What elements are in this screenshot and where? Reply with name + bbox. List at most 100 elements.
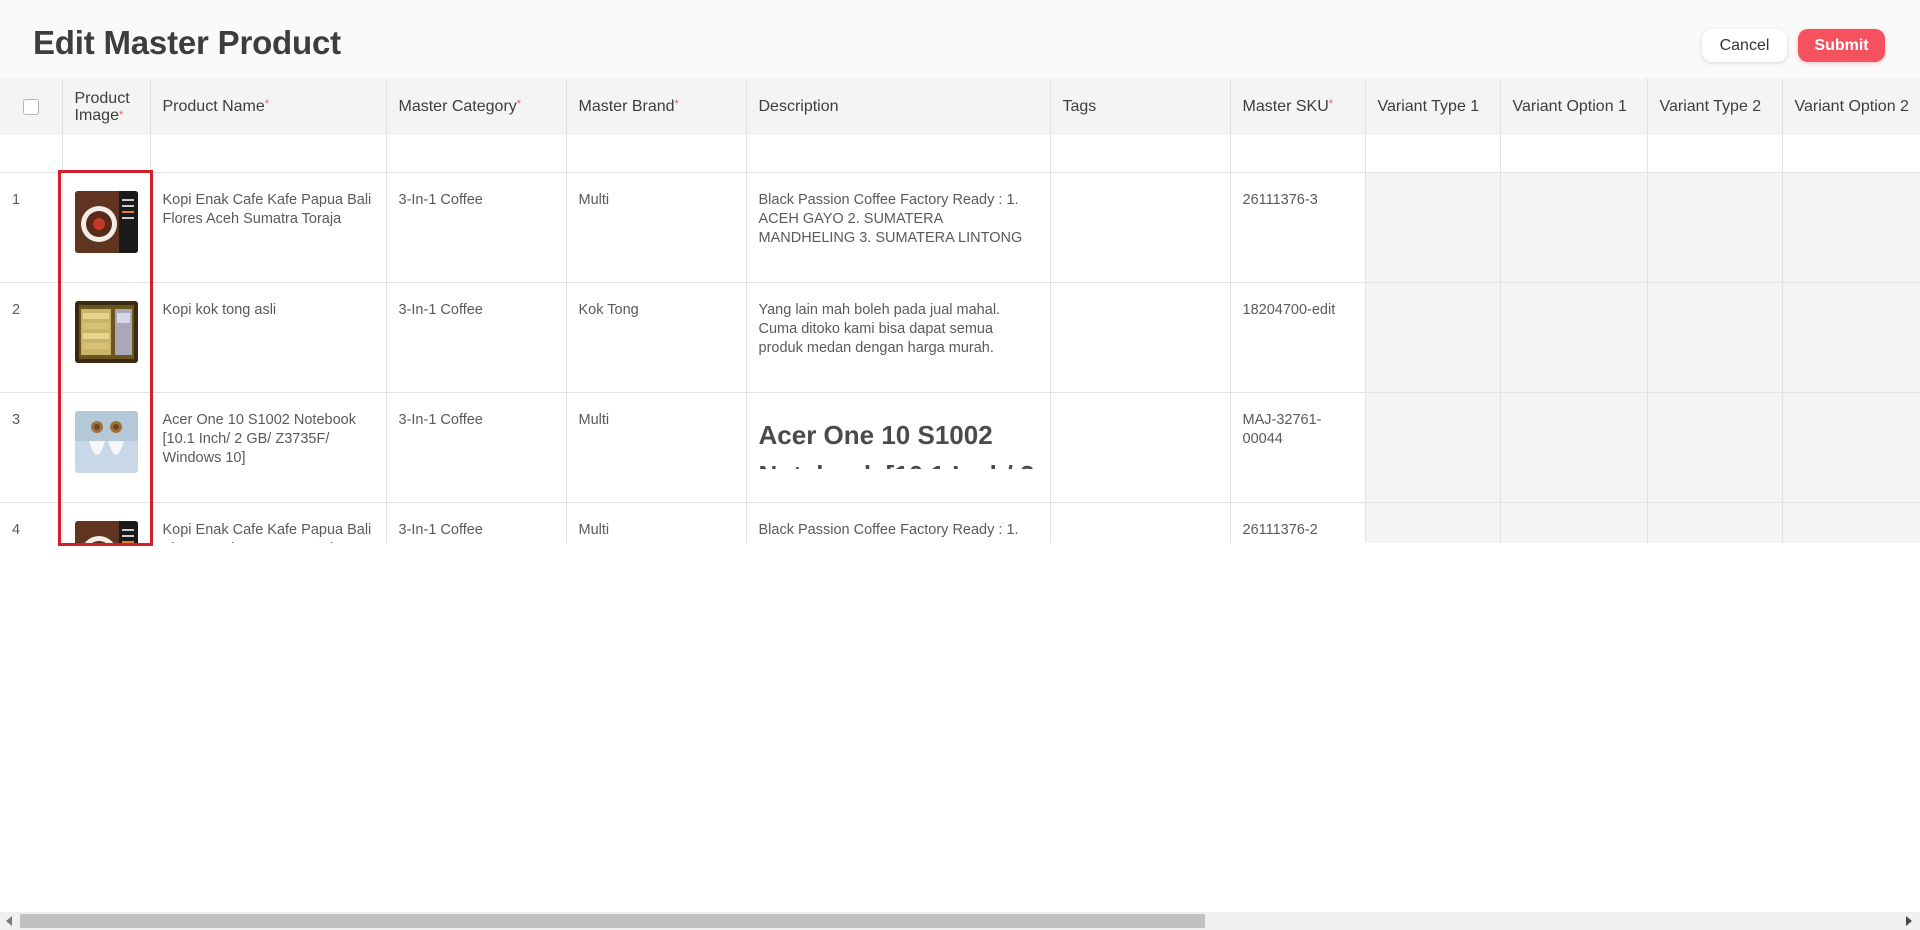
master-category-cell[interactable]: 3-In-1 Coffee [386, 502, 567, 543]
empty-cell[interactable] [62, 135, 151, 173]
header-label: Product Name [162, 97, 265, 115]
header-variant-type-1[interactable]: Variant Type 1 [1365, 78, 1501, 135]
variant-type-2-cell[interactable] [1647, 282, 1783, 393]
variant-type-1-cell[interactable] [1365, 502, 1501, 543]
header-variant-option-1[interactable]: Variant Option 1 [1500, 78, 1648, 135]
select-all-checkbox[interactable] [22, 98, 39, 115]
tags-cell[interactable] [1050, 502, 1231, 543]
coffee-package-thumbnail[interactable] [74, 521, 138, 543]
description-cell[interactable]: Black Passion Coffee Factory Ready : 1. … [746, 172, 1051, 283]
table-row: 1 Kopi Enak Cafe Kafe Papua Bali Flores … [0, 172, 1920, 283]
empty-cell[interactable] [1647, 135, 1783, 173]
empty-cell[interactable] [566, 135, 747, 173]
header-label: Image [74, 106, 119, 124]
variant-option-2-cell[interactable] [1782, 392, 1920, 503]
header-variant-option-2[interactable]: Variant Option 2 [1782, 78, 1920, 135]
scroll-left-arrow-icon[interactable] [6, 916, 12, 926]
header-master-category[interactable]: Master Category* [386, 78, 567, 135]
variant-type-1-cell[interactable] [1365, 392, 1501, 503]
empty-cell[interactable] [746, 135, 1051, 173]
header-product-image[interactable]: Product Image* [62, 78, 151, 135]
variant-option-1-cell[interactable] [1500, 282, 1648, 393]
header-variant-type-2[interactable]: Variant Type 2 [1647, 78, 1783, 135]
variant-type-1-cell[interactable] [1365, 172, 1501, 283]
required-mark: * [516, 97, 522, 110]
variant-option-1-cell[interactable] [1500, 172, 1648, 283]
required-mark: * [118, 108, 124, 121]
scroll-right-arrow-icon[interactable] [1906, 916, 1912, 926]
variant-type-1-cell[interactable] [1365, 282, 1501, 393]
product-name-cell[interactable]: Kopi kok tong asli [150, 282, 387, 393]
product-image-cell[interactable] [62, 502, 151, 543]
master-category-cell[interactable]: 3-In-1 Coffee [386, 172, 567, 283]
submit-button[interactable]: Submit [1798, 29, 1885, 62]
variant-type-2-cell[interactable] [1647, 392, 1783, 503]
description-cell[interactable]: Acer One 10 S1002 Notebook [10.1 Inch/ 2 [746, 392, 1051, 503]
variant-type-2-cell[interactable] [1647, 502, 1783, 543]
product-table: Product Image* Product Name* Master Cate… [0, 78, 1920, 543]
select-all-cell [0, 78, 63, 135]
product-grid: Product Image* Product Name* Master Cate… [0, 78, 1920, 543]
row-number: 4 [0, 502, 63, 543]
empty-cell[interactable] [386, 135, 567, 173]
store-shelf-thumbnail[interactable] [74, 301, 138, 363]
required-mark: * [264, 97, 270, 110]
header-label: Master Category [398, 97, 517, 115]
tags-cell[interactable] [1050, 172, 1231, 283]
table-header-row: Product Image* Product Name* Master Cate… [0, 78, 1920, 135]
coffee-package-thumbnail[interactable] [74, 191, 138, 253]
row-number: 3 [0, 392, 63, 503]
master-category-cell[interactable]: 3-In-1 Coffee [386, 282, 567, 393]
master-brand-cell[interactable]: Multi [566, 502, 747, 543]
empty-cell[interactable] [150, 135, 387, 173]
product-image-cell[interactable] [62, 282, 151, 393]
tags-cell[interactable] [1050, 392, 1231, 503]
scrollbar-thumb[interactable] [20, 914, 1205, 928]
empty-cell[interactable] [0, 135, 63, 173]
empty-cell[interactable] [1230, 135, 1366, 173]
empty-cell[interactable] [1050, 135, 1231, 173]
master-sku-cell[interactable]: 26111376-2 [1230, 502, 1366, 543]
variant-option-1-cell[interactable] [1500, 392, 1648, 503]
table-row: 4 Kopi Enak Cafe Kafe Papua Bali Flores … [0, 502, 1920, 543]
header-master-sku[interactable]: Master SKU* [1230, 78, 1366, 135]
earrings-thumbnail[interactable] [74, 411, 138, 473]
horizontal-scrollbar[interactable] [0, 912, 1920, 930]
variant-option-2-cell[interactable] [1782, 172, 1920, 283]
header-master-brand[interactable]: Master Brand* [566, 78, 747, 135]
variant-option-2-cell[interactable] [1782, 502, 1920, 543]
master-brand-cell[interactable]: Multi [566, 392, 747, 503]
master-sku-cell[interactable]: 26111376-3 [1230, 172, 1366, 283]
header-label: Master SKU [1242, 97, 1329, 115]
empty-cell[interactable] [1500, 135, 1648, 173]
header-label: Product [74, 89, 130, 107]
product-name-cell[interactable]: Kopi Enak Cafe Kafe Papua Bali Flores Ac… [150, 502, 387, 543]
description-cell[interactable]: Yang lain mah boleh pada jual mahal. Cum… [746, 282, 1051, 393]
header-description[interactable]: Description [746, 78, 1051, 135]
empty-cell[interactable] [1782, 135, 1920, 173]
empty-cell[interactable] [1365, 135, 1501, 173]
variant-option-2-cell[interactable] [1782, 282, 1920, 393]
product-name-cell[interactable]: Kopi Enak Cafe Kafe Papua Bali Flores Ac… [150, 172, 387, 283]
header-tags[interactable]: Tags [1050, 78, 1231, 135]
required-mark: * [1328, 97, 1334, 110]
cancel-button[interactable]: Cancel [1702, 29, 1787, 62]
header-product-name[interactable]: Product Name* [150, 78, 387, 135]
variant-option-1-cell[interactable] [1500, 502, 1648, 543]
row-number: 1 [0, 172, 63, 283]
product-image-cell[interactable] [62, 392, 151, 503]
table-row: 3 Acer One 10 S1002 Notebook [10.1 Inch/… [0, 392, 1920, 503]
product-image-cell[interactable] [62, 172, 151, 283]
product-name-cell[interactable]: Acer One 10 S1002 Notebook [10.1 Inch/ 2… [150, 392, 387, 503]
master-sku-cell[interactable]: MAJ-32761-00044 [1230, 392, 1366, 503]
variant-type-2-cell[interactable] [1647, 172, 1783, 283]
master-sku-cell[interactable]: 18204700-edit [1230, 282, 1366, 393]
master-brand-cell[interactable]: Multi [566, 172, 747, 283]
master-category-cell[interactable]: 3-In-1 Coffee [386, 392, 567, 503]
description-cell[interactable]: Black Passion Coffee Factory Ready : 1. … [746, 502, 1051, 543]
tags-cell[interactable] [1050, 282, 1231, 393]
master-brand-cell[interactable]: Kok Tong [566, 282, 747, 393]
header-label: Description [758, 97, 839, 115]
page-title: Edit Master Product [33, 24, 341, 61]
filter-row [0, 135, 1920, 173]
